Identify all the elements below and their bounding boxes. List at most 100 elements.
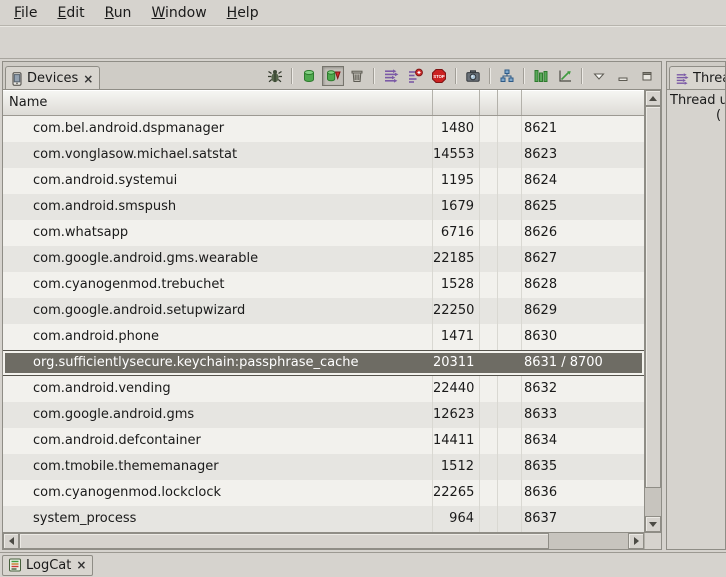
empty-cell (498, 351, 522, 375)
menu-help[interactable]: Help (217, 3, 269, 23)
table-row[interactable]: com.whatsapp 6716 8626 (3, 220, 644, 246)
table-row[interactable]: com.cyanogenmod.lockclock 22265 8636 (3, 480, 644, 506)
table-row[interactable]: com.tmobile.thememanager 1512 8635 (3, 454, 644, 480)
process-pid: 1195 (433, 168, 480, 194)
process-name: com.bel.android.dspmanager (3, 116, 433, 142)
horizontal-scrollbar[interactable] (3, 533, 644, 549)
start-method-profiling-button[interactable] (404, 66, 426, 86)
empty-cell (480, 298, 498, 324)
empty-cell (480, 272, 498, 298)
update-heap-icon (301, 68, 317, 84)
empty-cell (498, 246, 522, 272)
scroll-up-button[interactable] (645, 90, 661, 106)
scroll-left-button[interactable] (3, 533, 19, 549)
empty-cell (480, 194, 498, 220)
process-name: system_process (3, 506, 433, 532)
scroll-down-button[interactable] (645, 516, 661, 532)
tab-devices-label: Devices (27, 71, 78, 86)
table-row[interactable]: com.google.android.gms.wearable 22185 86… (3, 246, 644, 272)
start-opengl-trace-button[interactable] (554, 66, 576, 86)
process-pid: 1512 (433, 454, 480, 480)
minimize-view-button[interactable] (612, 66, 634, 86)
table-row[interactable]: com.cyanogenmod.trebuchet 1528 8628 (3, 272, 644, 298)
table-row[interactable]: system_process 964 8637 (3, 506, 644, 532)
menu-edit[interactable]: Edit (47, 3, 94, 23)
process-port: 8633 (522, 402, 644, 428)
menu-run[interactable]: Run (95, 3, 142, 23)
toolbar-separator (581, 68, 583, 84)
process-name: com.tmobile.thememanager (3, 454, 433, 480)
table-row[interactable]: com.google.android.setupwizard 22250 862… (3, 298, 644, 324)
scroll-right-button[interactable] (628, 533, 644, 549)
empty-cell (480, 506, 498, 532)
process-port: 8631 / 8700 (522, 351, 644, 375)
process-pid: 1471 (433, 324, 480, 350)
update-heap-button[interactable] (298, 66, 320, 86)
tab-threads[interactable]: Threads × (669, 66, 725, 90)
view-menu-button[interactable] (588, 66, 610, 86)
column-header-empty2[interactable] (498, 90, 522, 115)
empty-cell (498, 272, 522, 298)
process-name: com.vonglasow.michael.satstat (3, 142, 433, 168)
devices-tabbar: Devices × (3, 62, 661, 90)
tab-devices-close-icon[interactable]: × (82, 72, 94, 86)
cause-gc-button[interactable] (346, 66, 368, 86)
empty-cell (498, 428, 522, 454)
empty-cell (498, 402, 522, 428)
empty-cell (498, 376, 522, 402)
main-toolbar-strip (0, 26, 726, 59)
vertical-scrollbar[interactable] (644, 90, 661, 532)
process-pid: 20311 (433, 351, 480, 375)
table-row[interactable]: org.sufficientlysecure.keychain:passphra… (3, 350, 644, 376)
logcat-icon (8, 558, 22, 572)
process-port: 8626 (522, 220, 644, 246)
empty-cell (498, 298, 522, 324)
column-header-name[interactable]: Name (3, 90, 433, 115)
process-name: com.android.vending (3, 376, 433, 402)
table-row[interactable]: com.android.defcontainer 14411 8634 (3, 428, 644, 454)
empty-cell (498, 506, 522, 532)
dump-view-hierarchy-button[interactable] (496, 66, 518, 86)
process-port: 8632 (522, 376, 644, 402)
menu-window[interactable]: Window (141, 3, 216, 23)
update-threads-button[interactable] (380, 66, 402, 86)
table-row[interactable]: com.android.systemui 1195 8624 (3, 168, 644, 194)
table-row[interactable]: com.vonglasow.michael.satstat 14553 8623 (3, 142, 644, 168)
dump-hprof-button[interactable] (322, 66, 344, 86)
empty-cell (498, 168, 522, 194)
process-name: com.android.smspush (3, 194, 433, 220)
dump-hprof-icon (325, 68, 341, 84)
column-header-port[interactable] (522, 90, 644, 115)
column-header-pid[interactable] (433, 90, 480, 115)
scrollbar-corner (644, 533, 661, 549)
table-row[interactable]: com.android.phone 1471 8630 (3, 324, 644, 350)
screen-capture-button[interactable] (462, 66, 484, 86)
process-name: com.google.android.gms.wearable (3, 246, 433, 272)
process-pid: 14553 (433, 142, 480, 168)
process-port: 8627 (522, 246, 644, 272)
threads-icon (675, 72, 689, 86)
table-row[interactable]: com.bel.android.dspmanager 1480 8621 (3, 116, 644, 142)
debug-process-button[interactable] (264, 66, 286, 86)
vertical-scrollbar-thumb[interactable] (645, 106, 661, 488)
process-pid: 22440 (433, 376, 480, 402)
process-name: com.android.phone (3, 324, 433, 350)
capture-systrace-button[interactable] (530, 66, 552, 86)
empty-cell (498, 194, 522, 220)
table-row[interactable]: com.android.vending 22440 8632 (3, 376, 644, 402)
column-header-empty1[interactable] (480, 90, 498, 115)
logcat-tab[interactable]: LogCat × (2, 555, 93, 576)
stop-process-button[interactable]: STOP (428, 66, 450, 86)
process-name: org.sufficientlysecure.keychain:passphra… (3, 351, 433, 375)
empty-cell (498, 116, 522, 142)
table-row[interactable]: com.android.smspush 1679 8625 (3, 194, 644, 220)
threads-view: Threads × Thread up ( (666, 61, 726, 550)
tab-devices[interactable]: Devices × (5, 66, 100, 90)
table-row[interactable]: com.google.android.gms 12623 8633 (3, 402, 644, 428)
horizontal-scrollbar-thumb[interactable] (19, 533, 549, 549)
maximize-view-button[interactable] (636, 66, 658, 86)
start-opengl-trace-icon (557, 68, 573, 84)
maximize-icon (641, 70, 653, 82)
logcat-tab-close-icon[interactable]: × (75, 558, 87, 572)
menu-file[interactable]: File (4, 3, 47, 23)
